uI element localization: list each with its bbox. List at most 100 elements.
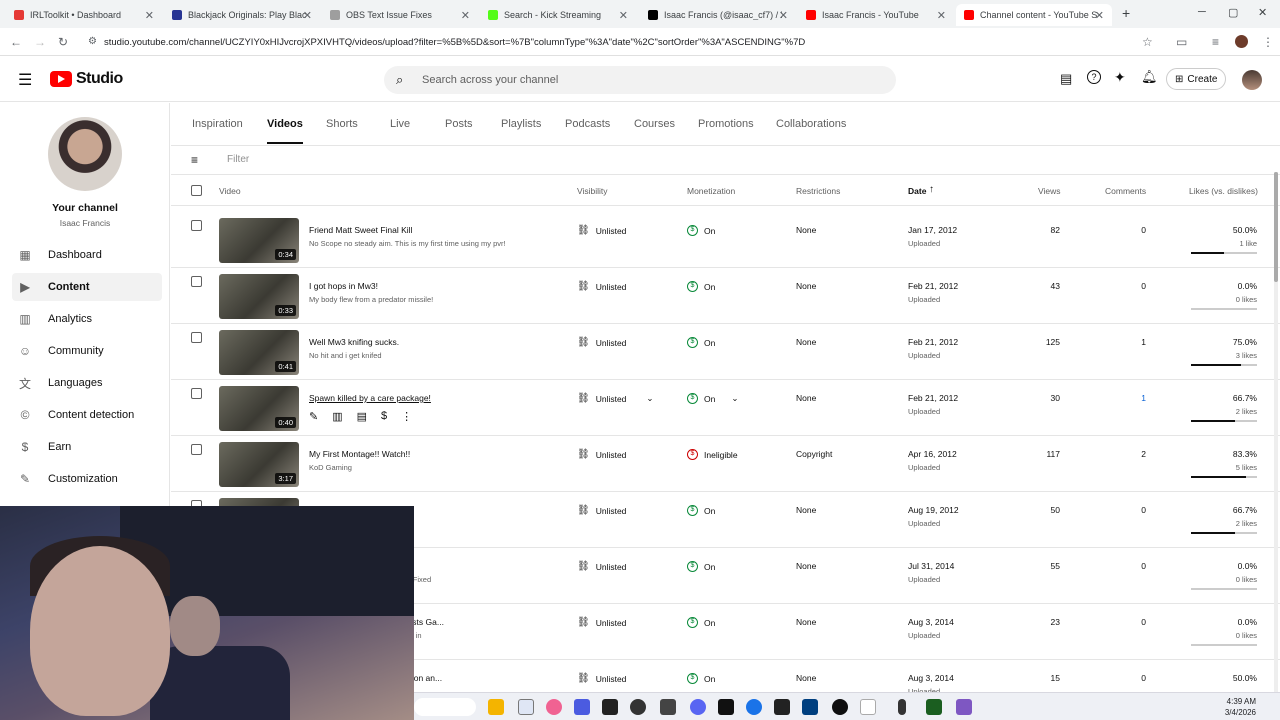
browser-tab[interactable]: Blackjack Originals: Play Blackjack✕ [164, 4, 320, 26]
sparkle-icon[interactable]: ✦ [1114, 69, 1126, 86]
tab-videos[interactable]: Videos [267, 118, 303, 144]
back-icon[interactable]: ← [10, 35, 22, 49]
maximize-icon[interactable]: ▢ [1228, 6, 1238, 19]
your-channel-label[interactable]: Your channel [0, 202, 170, 214]
analytics-icon[interactable]: ▥ [332, 410, 342, 423]
table-row[interactable]: 3:17 My First Montage!! Watch!! KoD Gaming… [171, 436, 1280, 492]
row-checkbox[interactable] [191, 276, 202, 287]
help-icon[interactable]: ? [1087, 70, 1101, 84]
visibility-cell[interactable]: ⛓ Unlisted [577, 617, 626, 628]
visibility-cell[interactable]: ⛓ Unlisted [577, 225, 626, 236]
system-clock[interactable]: 4:39 AM 3/4/2026 [1225, 696, 1256, 718]
col-views[interactable]: Views [1038, 186, 1061, 196]
chrome-icon[interactable] [832, 699, 848, 715]
taskbar-search[interactable] [414, 698, 476, 716]
visibility-cell[interactable]: ⛓ Unlisted [577, 561, 626, 572]
tab-courses[interactable]: Courses [634, 118, 675, 130]
monetization-cell[interactable]: $ On [687, 281, 715, 292]
edit-pencil-icon[interactable]: ✎ [309, 410, 318, 423]
comments-value[interactable]: 1 [1101, 393, 1146, 403]
content-scrollbar[interactable] [1274, 172, 1278, 692]
monetization-cell[interactable]: $ On [687, 561, 715, 572]
discord-icon[interactable] [690, 699, 706, 715]
col-restrictions[interactable]: Restrictions [796, 186, 840, 196]
tab-inspiration[interactable]: Inspiration [192, 118, 243, 130]
music-icon[interactable] [546, 699, 562, 715]
more-options-icon[interactable]: ⋮ [401, 410, 412, 423]
monetization-icon[interactable]: $ [381, 410, 387, 423]
app-icon-5[interactable] [860, 699, 876, 715]
table-row[interactable]: 0:33 I got hops in Mw3! My body flew from … [171, 268, 1280, 324]
create-button[interactable]: ⊞ Create [1166, 68, 1227, 90]
epic-games-icon[interactable] [602, 699, 618, 715]
video-thumbnail[interactable]: 0:34 [219, 218, 299, 263]
select-all-checkbox[interactable] [191, 185, 202, 196]
monetization-cell[interactable]: $ On [687, 617, 715, 628]
channel-avatar[interactable] [48, 117, 122, 191]
table-row[interactable]: 0:34 Friend Matt Sweet Final Kill No Scope… [171, 212, 1280, 268]
browser-tab[interactable]: Search - Kick Streaming ✕ [480, 4, 636, 26]
x-icon[interactable] [718, 699, 734, 715]
video-title[interactable]: Spawn killed by a care package! [309, 393, 431, 403]
video-thumbnail[interactable]: 0:33 [219, 274, 299, 319]
browser-tab[interactable]: IRLToolkit • Dashboard ✕ [6, 4, 162, 26]
app-icon-2[interactable] [660, 699, 676, 715]
browser-tab[interactable]: Channel content - YouTube Studio✕ [956, 4, 1112, 26]
sidebar-item-dashboard[interactable]: ▦ Dashboard [12, 241, 162, 269]
channel-search-input[interactable]: ⌕ Search across your channel [384, 66, 896, 94]
app-icon-7[interactable] [926, 699, 942, 715]
video-thumbnail[interactable]: 0:40 [219, 386, 299, 431]
table-row[interactable]: 0:40 Spawn killed by a care package! ✎ ▥ ▤ $ ⋮… [171, 380, 1280, 436]
chevron-down-icon[interactable]: ⌄ [646, 393, 653, 404]
sidebar-item-languages[interactable]: 文 Languages [12, 369, 162, 397]
row-checkbox[interactable] [191, 388, 202, 399]
row-checkbox[interactable] [191, 444, 202, 455]
app-icon-8[interactable] [956, 699, 972, 715]
col-date[interactable]: Date [908, 186, 926, 196]
monetization-cell[interactable]: $ On [687, 337, 715, 348]
tab-close-icon[interactable]: ✕ [461, 9, 470, 22]
close-window-icon[interactable]: ✕ [1258, 6, 1267, 19]
tab-collaborations[interactable]: Collaborations [776, 118, 846, 130]
monetization-cell[interactable]: $ On [687, 505, 715, 516]
app-icon-1[interactable] [574, 699, 590, 715]
tab-close-icon[interactable]: ✕ [937, 9, 946, 22]
video-title[interactable]: Well Mw3 knifing sucks. [309, 337, 399, 347]
hamburger-menu-icon[interactable]: ☰ [18, 70, 32, 90]
tab-podcasts[interactable]: Podcasts [565, 118, 610, 130]
account-avatar[interactable] [1242, 70, 1262, 90]
app-icon-6[interactable] [898, 699, 906, 715]
extensions-icon[interactable]: ≡ [1212, 35, 1219, 49]
cast-icon[interactable]: ▭ [1176, 35, 1187, 49]
col-monetization[interactable]: Monetization [687, 186, 735, 196]
video-thumbnail[interactable]: 3:17 [219, 442, 299, 487]
monetization-cell[interactable]: $ On ⌄ [687, 393, 738, 404]
comments-icon[interactable]: ▤ [357, 410, 367, 423]
row-checkbox[interactable] [191, 332, 202, 343]
tab-close-icon[interactable]: ✕ [1095, 9, 1104, 22]
new-tab-button[interactable]: + [1122, 5, 1130, 21]
visibility-cell[interactable]: ⛓ Unlisted [577, 673, 626, 684]
url-field[interactable]: ⚙ studio.youtube.com/channel/UCZYIY0xHIJ… [82, 33, 1162, 51]
row-checkbox[interactable] [191, 220, 202, 231]
tab-close-icon[interactable]: ✕ [145, 9, 154, 22]
video-thumbnail[interactable]: 0:41 [219, 330, 299, 375]
col-comments[interactable]: Comments [1105, 186, 1146, 196]
tab-promotions[interactable]: Promotions [698, 118, 754, 130]
studio-logo[interactable]: Studio [50, 70, 123, 88]
visibility-cell[interactable]: ⛓ Unlisted [577, 281, 626, 292]
app-icon-3[interactable] [774, 699, 790, 715]
browser-tab[interactable]: OBS Text Issue Fixes ✕ [322, 4, 478, 26]
filter-input[interactable]: Filter [227, 154, 249, 165]
monetization-cell[interactable]: $ On [687, 673, 715, 684]
sidebar-item-content-detection[interactable]: © Content detection [12, 401, 162, 429]
sort-ascending-icon[interactable]: ↑ [929, 184, 934, 195]
notepad-icon[interactable] [518, 699, 534, 715]
obs-icon[interactable] [630, 699, 646, 715]
visibility-cell[interactable]: ⛓ Unlisted [577, 449, 626, 460]
monetization-cell[interactable]: $ On [687, 225, 715, 236]
visibility-cell[interactable]: ⛓ Unlisted [577, 337, 626, 348]
site-info-icon[interactable]: ⚙ [88, 36, 97, 47]
visibility-cell[interactable]: ⛓ Unlisted ⌄ [577, 393, 654, 404]
browser-menu-icon[interactable]: ⋮ [1262, 35, 1274, 49]
